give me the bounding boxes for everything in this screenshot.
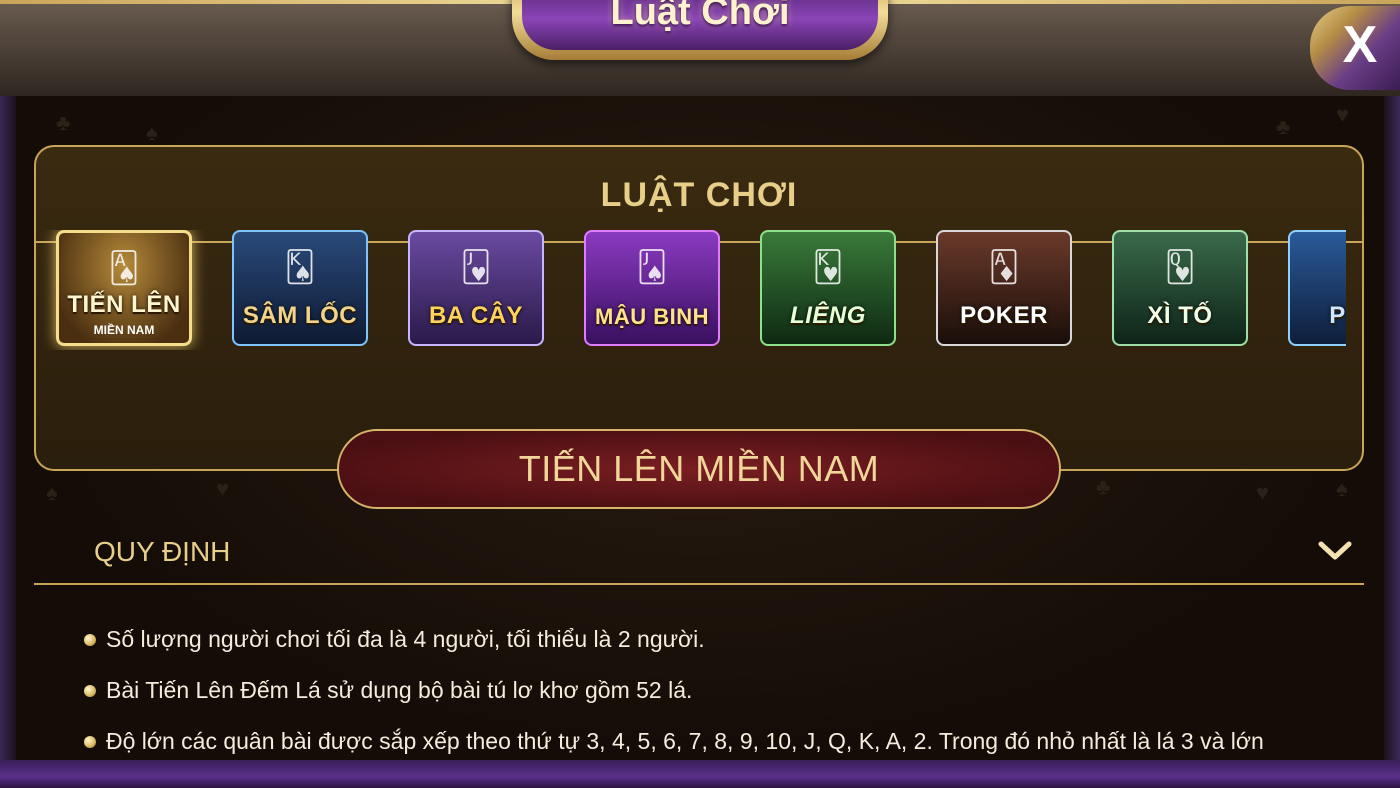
game-tile-sam-loc[interactable]: 🂮 SÂM LỐC	[232, 230, 368, 346]
section-divider	[34, 583, 1364, 585]
game-tile-label: POKER	[960, 302, 1048, 329]
game-tile-label: MẬU BINH	[595, 304, 709, 329]
rules-content-area[interactable]: ♣ ♠ ♣ ♥ ♣ ♥ ♠ ♠ ♥ LUẬT CHƠI 🂡 TIẾN LÊN M…	[16, 96, 1384, 760]
cards-icon: 🃁	[988, 251, 1020, 284]
game-tile-label: TIẾN LÊN	[67, 291, 181, 318]
club-pattern-icon: ♣	[1096, 474, 1111, 499]
game-tile-tien-len[interactable]: 🂡 TIẾN LÊN MIỀN NAM	[56, 230, 192, 346]
rule-text: Bài Tiến Lên Đếm Lá sử dụng bộ bài tú lơ…	[106, 677, 693, 703]
panel-title: LUẬT CHƠI	[600, 175, 798, 214]
cards-icon: 🂻	[460, 251, 492, 284]
spade-pattern-icon: ♠	[146, 120, 158, 145]
game-list[interactable]: 🂡 TIẾN LÊN MIỀN NAM 🂮 SÂM LỐC 🂻 BA CÂY 🂫…	[36, 230, 1346, 350]
game-tile-mau-binh[interactable]: 🂫 MẬU BINH	[584, 230, 720, 346]
rules-section-toggle[interactable]: QUY ĐỊNH	[34, 526, 1364, 586]
title-plate-inner: Luật Chơi	[522, 0, 878, 50]
rules-list: Số lượng người chơi tối đa là 4 người, t…	[84, 626, 1364, 760]
bullet-icon	[84, 634, 96, 646]
game-tile-label: PHỎ	[1329, 302, 1346, 329]
game-tile-ba-cay[interactable]: 🂻 BA CÂY	[408, 230, 544, 346]
cards-icon: 🂾	[812, 251, 844, 284]
window-frame-right	[1384, 96, 1400, 760]
rule-item: Số lượng người chơi tối đa là 4 người, t…	[84, 626, 1364, 677]
game-tile-label: LIÊNG	[790, 302, 866, 329]
game-tile-label: BA CÂY	[428, 302, 524, 329]
close-icon[interactable]: X	[1343, 19, 1378, 71]
game-tile-sublabel: MIỀN NAM	[93, 323, 155, 337]
selected-game-title: TIẾN LÊN MIỀN NAM	[518, 448, 880, 489]
cards-icon: 🂽	[1164, 251, 1196, 284]
rule-item: Bài Tiến Lên Đếm Lá sử dụng bộ bài tú lơ…	[84, 677, 1364, 728]
rule-item: Độ lớn các quân bài được sắp xếp theo th…	[84, 728, 1364, 760]
window-frame-left	[0, 96, 16, 760]
game-tile-xi-to[interactable]: 🂽 XÌ TỐ	[1112, 230, 1248, 346]
section-title: QUY ĐỊNH	[94, 536, 231, 567]
bullet-icon	[84, 736, 96, 748]
cards-icon: 🂡	[108, 252, 140, 285]
heart-pattern-icon: ♥	[1256, 480, 1270, 505]
cards-icon: 🂫	[636, 251, 668, 284]
chevron-down-icon[interactable]	[1318, 540, 1352, 562]
window-frame-bottom	[0, 760, 1400, 788]
spade-pattern-icon: ♠	[46, 480, 58, 505]
heart-pattern-icon: ♥	[1336, 102, 1350, 127]
game-tile-lieng[interactable]: 🂾 LIÊNG	[760, 230, 896, 346]
bullet-icon	[84, 685, 96, 697]
heart-pattern-icon: ♥	[216, 476, 230, 501]
cards-icon: 🂮	[284, 251, 316, 284]
rule-text: Số lượng người chơi tối đa là 4 người, t…	[106, 626, 705, 652]
window-title: Luật Chơi	[610, 0, 790, 33]
game-tile-pho[interactable]: ● PHỎ	[1288, 230, 1346, 346]
spade-pattern-icon: ♠	[1336, 476, 1348, 501]
game-tile-poker[interactable]: 🃁 POKER	[936, 230, 1072, 346]
club-pattern-icon: ♣	[56, 110, 71, 135]
title-plate: Luật Chơi	[512, 0, 888, 60]
game-tile-label: XÌ TỐ	[1147, 302, 1213, 329]
club-pattern-icon: ♣	[1276, 114, 1291, 139]
rule-text: Độ lớn các quân bài được sắp xếp theo th…	[106, 728, 1264, 754]
game-tile-label: SÂM LỐC	[242, 302, 358, 329]
selected-game-banner: TIẾN LÊN MIỀN NAM	[337, 429, 1061, 509]
close-button[interactable]: X	[1310, 6, 1400, 90]
